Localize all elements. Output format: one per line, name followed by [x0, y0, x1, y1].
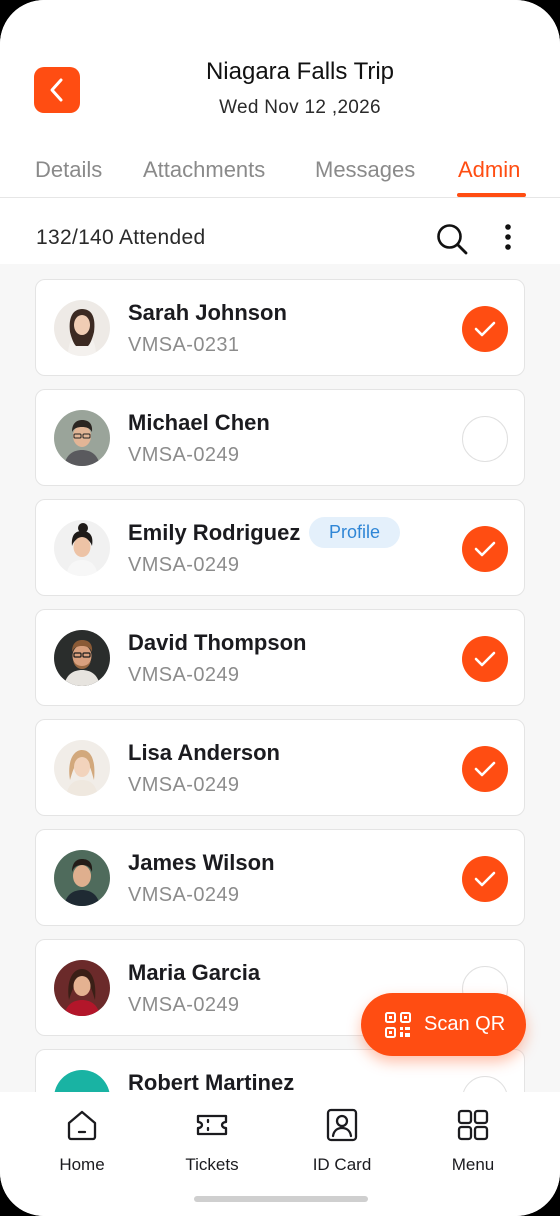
attendance-checkbox[interactable] — [462, 306, 508, 352]
bottom-nav: Home Tickets ID Card Menu — [0, 1092, 560, 1216]
checkmark-icon — [474, 871, 496, 887]
avatar — [54, 300, 110, 356]
attendee-code: VMSA-0249 — [128, 994, 240, 1016]
nav-id-card[interactable]: ID Card — [282, 1108, 402, 1178]
attendee-card[interactable]: Emily Rodriguez VMSA-0249 Profile — [35, 499, 525, 596]
grid-menu-icon — [457, 1109, 489, 1141]
trip-date: Wed Nov 12 ,2026 — [219, 97, 381, 118]
attendee-name: Emily Rodriguez — [128, 520, 301, 545]
attendee-card[interactable]: Lisa Anderson VMSA-0249 — [35, 719, 525, 816]
attendee-code: VMSA-0249 — [128, 664, 240, 686]
attended-count: 132/140 Attended — [36, 226, 206, 249]
attendee-name: Robert Martinez — [128, 1070, 295, 1092]
avatar — [54, 740, 110, 796]
attendee-name: David Thompson — [128, 630, 307, 655]
nav-tickets[interactable]: Tickets — [152, 1108, 272, 1178]
home-indicator — [194, 1196, 368, 1202]
header: Niagara Falls Trip Wed Nov 12 ,2026 Deta… — [0, 0, 560, 198]
attendee-card[interactable]: Michael Chen VMSA-0249 — [35, 389, 525, 486]
avatar — [54, 410, 110, 466]
scan-qr-button[interactable]: Scan QR — [361, 993, 526, 1056]
avatar — [54, 630, 110, 686]
nav-home[interactable]: Home — [22, 1108, 142, 1178]
attendee-card[interactable]: Sarah Johnson VMSA-0231 — [35, 279, 525, 376]
nav-menu[interactable]: Menu — [413, 1108, 533, 1178]
id-card-icon — [326, 1108, 358, 1142]
attendee-name: Maria Garcia — [128, 960, 261, 985]
attendee-name: Lisa Anderson — [128, 740, 280, 765]
nav-menu-label: Menu — [451, 1155, 495, 1174]
more-vertical-icon[interactable] — [496, 222, 520, 252]
attendee-code: VMSA-0249 — [128, 884, 240, 906]
avatar — [54, 960, 110, 1016]
attendance-checkbox[interactable] — [462, 1076, 508, 1092]
page-title: Niagara Falls Trip — [205, 58, 395, 85]
attendance-checkbox[interactable] — [462, 416, 508, 462]
profile-badge[interactable]: Profile — [309, 517, 401, 548]
attendee-name: Michael Chen — [128, 410, 270, 435]
attendee-code: VMSA-0249 — [128, 774, 240, 796]
checkmark-icon — [474, 761, 496, 777]
ticket-icon — [196, 1114, 228, 1136]
checkmark-icon — [474, 541, 496, 557]
attendee-list: Sarah Johnson VMSA-0231 Michael Chen VMS… — [0, 264, 560, 1092]
attendee-name: Sarah Johnson — [128, 300, 287, 325]
attendee-card[interactable]: James Wilson VMSA-0249 — [35, 829, 525, 926]
checkmark-icon — [474, 321, 496, 337]
tab-admin[interactable]: Admin — [458, 157, 520, 183]
attendance-checkbox[interactable] — [462, 636, 508, 682]
qr-code-icon — [385, 1012, 411, 1038]
scan-qr-label: Scan QR — [424, 1013, 506, 1035]
home-icon — [67, 1110, 97, 1141]
attendee-code: VMSA-0249 — [128, 444, 240, 466]
nav-home-label: Home — [59, 1155, 105, 1174]
active-tab-indicator — [457, 193, 526, 197]
attendance-checkbox[interactable] — [462, 856, 508, 902]
tab-bar: Details Attachments Messages Admin — [0, 152, 560, 198]
phone-screen: Niagara Falls Trip Wed Nov 12 ,2026 Deta… — [0, 0, 560, 1216]
attendee-code: VMSA-0231 — [128, 334, 240, 356]
tab-messages[interactable]: Messages — [315, 157, 415, 183]
avatar — [54, 1070, 110, 1092]
checkmark-icon — [474, 651, 496, 667]
attendee-card[interactable]: David Thompson VMSA-0249 — [35, 609, 525, 706]
attendance-checkbox[interactable] — [462, 526, 508, 572]
tab-details[interactable]: Details — [35, 157, 102, 183]
attendance-summary-bar: 132/140 Attended — [0, 198, 560, 264]
nav-tickets-label: Tickets — [185, 1155, 239, 1174]
attendee-name: James Wilson — [128, 850, 275, 875]
attendance-checkbox[interactable] — [462, 746, 508, 792]
avatar — [54, 850, 110, 906]
nav-id-card-label: ID Card — [312, 1155, 372, 1174]
tab-attachments[interactable]: Attachments — [143, 157, 265, 183]
search-icon[interactable] — [435, 222, 469, 256]
attendee-code: VMSA-0249 — [128, 554, 240, 576]
avatar — [54, 520, 110, 576]
